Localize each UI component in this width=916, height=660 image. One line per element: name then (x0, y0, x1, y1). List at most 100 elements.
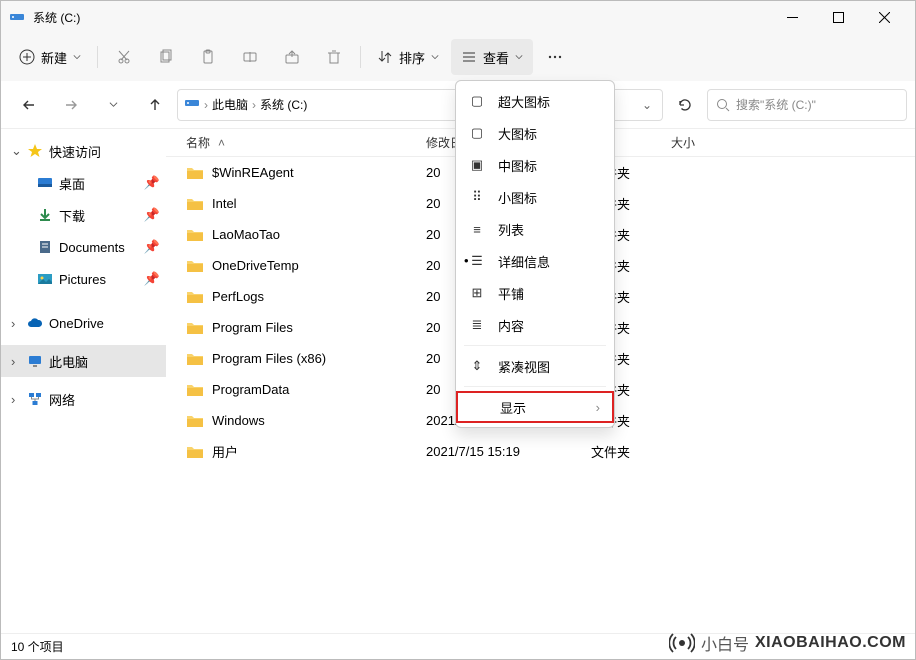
new-button[interactable]: 新建 (9, 39, 91, 75)
sidebar-label: OneDrive (49, 316, 104, 331)
sidebar-label: 快速访问 (49, 142, 101, 161)
compact-icon: ⇕ (468, 358, 486, 374)
forward-button[interactable] (51, 87, 91, 123)
maximize-button[interactable] (815, 2, 861, 32)
dropdown-small[interactable]: ⠿小图标 (456, 181, 614, 213)
sort-asc-icon: ˄ (218, 136, 225, 150)
more-button[interactable] (535, 39, 575, 75)
drive-icon (9, 9, 25, 25)
col-name[interactable]: 名称 (186, 134, 210, 151)
pin-icon: 📌 (144, 239, 160, 255)
item-count: 10 个项目 (11, 638, 64, 655)
sidebar-downloads[interactable]: 下载 📌 (1, 199, 166, 231)
breadcrumb-drive[interactable]: 系统 (C:) (260, 96, 307, 113)
list-icon: ≡ (468, 222, 486, 237)
broadcast-icon (669, 630, 695, 656)
dropdown-details[interactable]: •☰详细信息 (456, 245, 614, 277)
grid-icon: ▢ (468, 125, 486, 141)
dropdown-medium[interactable]: ▣中图标 (456, 149, 614, 181)
chevron-right-icon: › (204, 98, 208, 112)
separator (360, 46, 361, 68)
window-title: 系统 (C:) (33, 9, 769, 26)
pin-icon: 📌 (144, 271, 160, 287)
col-size[interactable]: 大小 (671, 134, 731, 151)
minimize-button[interactable] (769, 2, 815, 32)
chevron-right-icon: › (252, 98, 256, 112)
chevron-right-icon: › (11, 392, 21, 407)
pin-icon: 📌 (144, 175, 160, 191)
breadcrumb-thispc[interactable]: 此电脑 (212, 96, 248, 113)
view-button[interactable]: 查看 (451, 39, 533, 75)
cut-button[interactable] (104, 39, 144, 75)
sidebar-onedrive[interactable]: › OneDrive (1, 307, 166, 339)
view-dropdown: ▢超大图标 ▢大图标 ▣中图标 ⠿小图标 ≡列表 •☰详细信息 ⊞平铺 ≣内容 … (455, 80, 615, 428)
sidebar-label: 下载 (59, 206, 85, 225)
sidebar-pictures[interactable]: Pictures 📌 (1, 263, 166, 295)
folder-icon (186, 290, 204, 304)
copy-button[interactable] (146, 39, 186, 75)
search-icon (716, 98, 730, 112)
folder-icon (186, 383, 204, 397)
network-icon (27, 391, 43, 407)
sidebar-label: 网络 (49, 390, 75, 409)
back-button[interactable] (9, 87, 49, 123)
dropdown-large[interactable]: ▢大图标 (456, 117, 614, 149)
sidebar-network[interactable]: › 网络 (1, 383, 166, 415)
dropdown-separator (464, 345, 606, 346)
close-button[interactable] (861, 2, 907, 32)
cloud-icon (27, 315, 43, 331)
search-placeholder: 搜索"系统 (C:)" (736, 96, 816, 113)
sort-button[interactable]: 排序 (367, 39, 449, 75)
drive-icon (184, 95, 200, 114)
details-icon: ☰ (468, 253, 486, 269)
sidebar-thispc[interactable]: › 此电脑 (1, 345, 166, 377)
folder-icon (186, 414, 204, 428)
star-icon (27, 143, 43, 159)
dropdown-content[interactable]: ≣内容 (456, 309, 614, 341)
download-icon (37, 207, 53, 223)
grid-icon: ▣ (468, 157, 486, 173)
grid-icon: ▢ (468, 93, 486, 109)
table-row[interactable]: 用户 2021/7/15 15:19 文件夹 (166, 436, 915, 467)
share-button[interactable] (272, 39, 312, 75)
sidebar-quick-access[interactable]: ⌄ 快速访问 (1, 135, 166, 167)
dropdown-tiles[interactable]: ⊞平铺 (456, 277, 614, 309)
content-icon: ≣ (468, 317, 486, 333)
toolbar: 新建 排序 查看 (1, 33, 915, 81)
monitor-icon (27, 353, 43, 369)
pin-icon: 📌 (144, 207, 160, 223)
sidebar-documents[interactable]: Documents 📌 (1, 231, 166, 263)
folder-icon (186, 166, 204, 180)
dropdown-show[interactable]: 显示› (456, 391, 614, 423)
dropdown-xl-large[interactable]: ▢超大图标 (456, 85, 614, 117)
sidebar-label: Documents (59, 240, 125, 255)
watermark: 小白号 XIAOBAIHAO.COM (669, 630, 906, 656)
new-label: 新建 (41, 48, 67, 67)
up-button[interactable] (135, 87, 175, 123)
titlebar: 系统 (C:) (1, 1, 915, 33)
dropdown-compact[interactable]: ⇕紧凑视图 (456, 350, 614, 382)
rename-button[interactable] (230, 39, 270, 75)
folder-icon (186, 445, 204, 459)
recent-button[interactable] (93, 87, 133, 123)
folder-icon (186, 228, 204, 242)
sidebar-label: 此电脑 (49, 352, 88, 371)
grid-icon: ⠿ (468, 189, 486, 205)
folder-icon (186, 197, 204, 211)
sidebar-desktop[interactable]: 桌面 📌 (1, 167, 166, 199)
chevron-down-icon[interactable]: ⌄ (642, 98, 656, 112)
dropdown-list[interactable]: ≡列表 (456, 213, 614, 245)
folder-icon (186, 352, 204, 366)
separator (97, 46, 98, 68)
refresh-button[interactable] (665, 89, 705, 121)
view-label: 查看 (483, 48, 509, 67)
chevron-down-icon: ⌄ (11, 143, 21, 159)
delete-button[interactable] (314, 39, 354, 75)
picture-icon (37, 271, 53, 287)
search-input[interactable]: 搜索"系统 (C:)" (707, 89, 907, 121)
sort-label: 排序 (399, 48, 425, 67)
sidebar: ⌄ 快速访问 桌面 📌 下载 📌 Documents 📌 Pic (1, 129, 166, 633)
folder-icon (186, 259, 204, 273)
paste-button[interactable] (188, 39, 228, 75)
tiles-icon: ⊞ (468, 285, 486, 301)
